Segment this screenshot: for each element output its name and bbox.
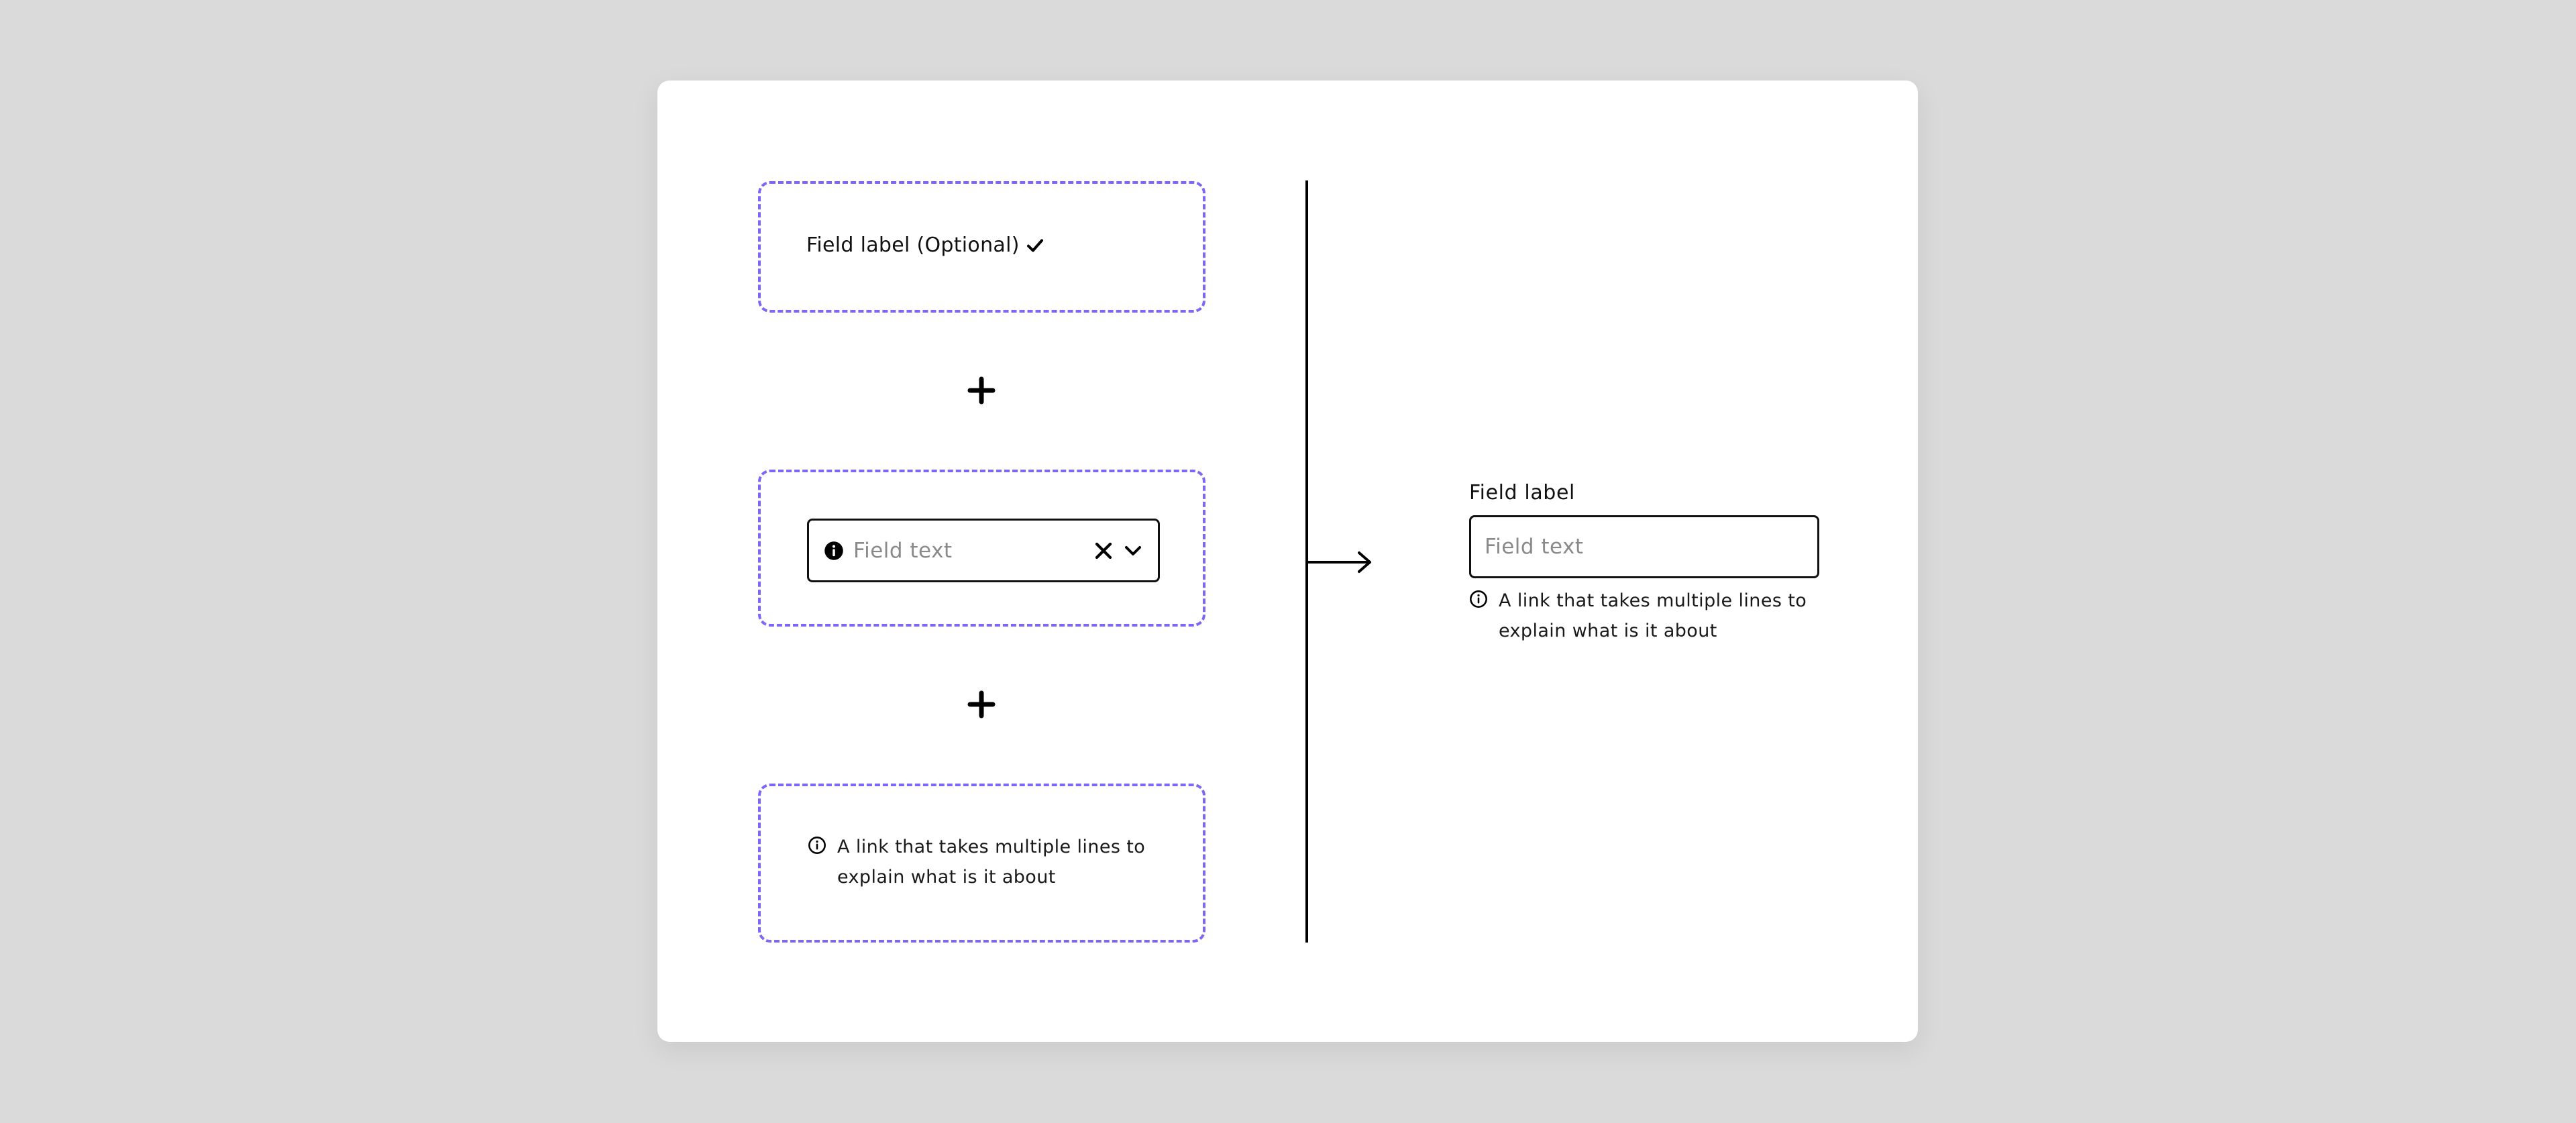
info-filled-icon [824,541,843,560]
label-part: Field label (Optional) [806,233,1045,257]
check-icon [1026,239,1043,252]
field-label-optional: Field label (Optional) [806,233,1020,257]
result-field-input[interactable]: Field text [1469,515,1819,578]
result-helper-link-text[interactable]: A link that takes multiple lines to expl… [1499,586,1845,646]
plus-icon [967,690,996,718]
result-helper: A link that takes multiple lines to expl… [1469,586,1845,646]
info-outline-icon [808,837,826,854]
close-icon[interactable] [1093,541,1114,561]
helper-part: A link that takes multiple lines to expl… [808,832,1183,892]
info-outline-icon [1470,590,1487,608]
field-text-input-part[interactable]: Field text [807,519,1160,582]
input-placeholder: Field text [853,538,953,563]
result-field-label: Field label [1469,481,1575,504]
arrow-right-icon [1305,551,1371,573]
result-input-placeholder: Field text [1485,535,1584,559]
helper-link-text[interactable]: A link that takes multiple lines to expl… [837,832,1183,892]
plus-icon [967,376,996,405]
chevron-down-icon[interactable] [1123,541,1143,561]
